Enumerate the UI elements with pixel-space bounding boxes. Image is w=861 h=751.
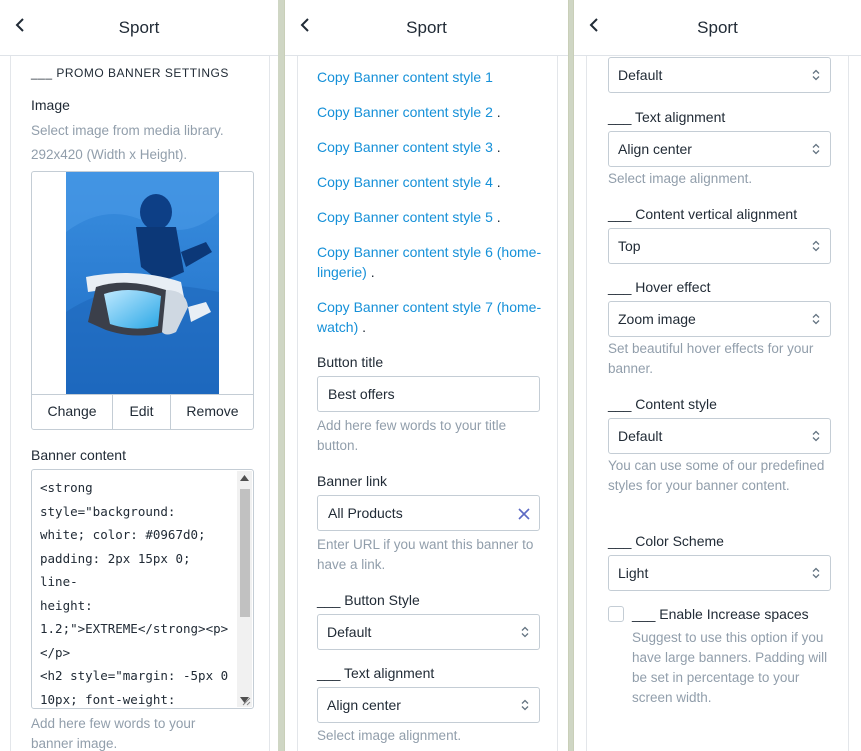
page-title: Sport <box>697 18 738 37</box>
banner-image <box>66 172 219 394</box>
select-arrows-icon <box>812 143 820 155</box>
link-text[interactable]: Copy Banner content style 6 (home- <box>317 242 552 262</box>
image-size-text: 292x420 (Width x Height). <box>31 147 188 162</box>
select-arrows-icon <box>812 313 820 325</box>
resize-handle-icon[interactable] <box>241 696 251 706</box>
banner-content-editor[interactable]: <strong style="background: white; color:… <box>31 469 254 709</box>
image-label: Image <box>31 97 70 113</box>
link-text-cont[interactable]: lingerie) <box>317 264 367 280</box>
text-alignment-value: Align center <box>327 697 401 713</box>
banner-link-help: Enter URL if you want this banner to hav… <box>317 537 534 572</box>
image-actions: Change Edit Remove <box>32 395 253 429</box>
scrollbar[interactable] <box>237 471 252 707</box>
vertical-alignment-label: ___ Content vertical alignment <box>608 206 798 222</box>
page-title: Sport <box>118 18 160 37</box>
page-title: Sport <box>406 18 447 37</box>
button-style-select[interactable]: Default <box>317 614 540 650</box>
banner-link-value: All Products <box>328 505 403 521</box>
hover-effect-label: ___ Hover effect <box>608 279 711 295</box>
edit-button[interactable]: Edit <box>112 395 170 429</box>
text-alignment-select[interactable]: Align center <box>317 687 540 723</box>
text-alignment-select[interactable]: Align center <box>608 131 831 167</box>
select-arrows-icon <box>812 240 820 252</box>
text-alignment-help: Select image alignment. <box>317 728 462 743</box>
text-alignment-value: Align center <box>618 141 692 157</box>
copy-style-link-1[interactable]: Copy Banner content style 1 <box>317 67 493 87</box>
text-alignment-help: Select image alignment. <box>608 171 753 186</box>
content-style-label: ___ Content style <box>608 396 717 412</box>
settings-body: Default ___ Text alignment Align center … <box>586 56 849 751</box>
banner-link-label: Banner link <box>317 473 388 489</box>
section-heading: ___ PROMO BANNER SETTINGS <box>31 66 229 80</box>
link-text[interactable]: Copy Banner content style 3 <box>317 139 493 155</box>
banner-content-help: Add here few words to your banner image. <box>31 716 196 751</box>
right-panel: Sport Default ___ Text alignment Align c… <box>573 0 861 751</box>
vertical-alignment-value: Top <box>618 238 641 254</box>
button-title-input[interactable]: Best offers <box>317 376 540 412</box>
color-scheme-select[interactable]: Light <box>608 555 831 591</box>
increase-spaces-help: Suggest to use this option if you have l… <box>632 630 828 705</box>
top-select[interactable]: Default <box>608 57 831 93</box>
link-text[interactable]: Copy Banner content style 1 <box>317 69 493 85</box>
button-title-help: Add here few words to your title button. <box>317 418 507 453</box>
settings-body: Copy Banner content style 1 Copy Banner … <box>297 56 558 751</box>
banner-link-input[interactable]: All Products <box>317 495 540 531</box>
link-suffix: . <box>366 264 375 280</box>
button-title-label: Button title <box>317 354 384 370</box>
link-text[interactable]: Copy Banner content style 2 <box>317 104 493 120</box>
copy-style-link-2[interactable]: Copy Banner content style 2 . <box>317 102 501 122</box>
top-bar: Sport <box>0 0 278 56</box>
copy-style-link-6[interactable]: Copy Banner content style 6 (home- linge… <box>317 242 552 282</box>
banner-content-label: Banner content <box>31 447 126 463</box>
link-text[interactable]: Copy Banner content style 5 <box>317 209 493 225</box>
copy-style-link-4[interactable]: Copy Banner content style 4 . <box>317 172 501 192</box>
link-text[interactable]: Copy Banner content style 4 <box>317 174 493 190</box>
hover-effect-value: Zoom image <box>618 311 696 327</box>
image-help-text: Select image from media library. <box>31 123 224 138</box>
top-bar: Sport <box>574 0 861 56</box>
link-text-cont[interactable]: watch) <box>317 319 358 335</box>
middle-panel: Sport Copy Banner content style 1 Copy B… <box>284 0 569 751</box>
hover-effect-select[interactable]: Zoom image <box>608 301 831 337</box>
increase-spaces-checkbox[interactable] <box>608 606 624 622</box>
button-style-label: ___ Button Style <box>317 592 420 608</box>
top-select-value: Default <box>618 67 663 83</box>
text-alignment-label: ___ Text alignment <box>608 109 726 125</box>
link-text[interactable]: Copy Banner content style 7 (home- <box>317 297 552 317</box>
link-suffix: . <box>492 174 501 190</box>
left-panel: Sport ___ PROMO BANNER SETTINGS Image Se… <box>0 0 278 751</box>
select-arrows-icon <box>812 430 820 442</box>
increase-spaces-label[interactable]: ___ Enable Increase spaces <box>632 606 809 622</box>
content-style-value: Default <box>618 428 663 444</box>
link-suffix: . <box>358 319 367 335</box>
link-suffix: . <box>492 139 501 155</box>
link-suffix: . <box>492 209 501 225</box>
scrollbar-thumb[interactable] <box>240 489 250 617</box>
select-arrows-icon <box>521 699 529 711</box>
content-style-select[interactable]: Default <box>608 418 831 454</box>
image-picker: Change Edit Remove <box>31 171 254 430</box>
top-bar: Sport <box>285 0 568 56</box>
change-button[interactable]: Change <box>32 395 112 429</box>
select-arrows-icon <box>812 69 820 81</box>
select-arrows-icon <box>812 567 820 579</box>
select-arrows-icon <box>521 626 529 638</box>
scroll-up-icon[interactable] <box>240 475 249 481</box>
content-style-help: You can use some of our predefined style… <box>608 458 825 493</box>
color-scheme-value: Light <box>618 565 649 581</box>
copy-style-link-7[interactable]: Copy Banner content style 7 (home- watch… <box>317 297 552 337</box>
banner-content-code: <strong style="background: white; color:… <box>40 480 229 707</box>
settings-body: ___ PROMO BANNER SETTINGS Image Select i… <box>10 56 270 751</box>
remove-button[interactable]: Remove <box>170 395 253 429</box>
text-alignment-label: ___ Text alignment <box>317 665 435 681</box>
hover-effect-help: Set beautiful hover effects for your ban… <box>608 341 814 376</box>
clear-icon[interactable] <box>518 508 530 520</box>
link-suffix: . <box>492 104 501 120</box>
vertical-alignment-select[interactable]: Top <box>608 228 831 264</box>
copy-style-link-5[interactable]: Copy Banner content style 5 . <box>317 207 501 227</box>
color-scheme-label: ___ Color Scheme <box>608 533 724 549</box>
copy-style-link-3[interactable]: Copy Banner content style 3 . <box>317 137 501 157</box>
button-style-value: Default <box>327 624 372 640</box>
